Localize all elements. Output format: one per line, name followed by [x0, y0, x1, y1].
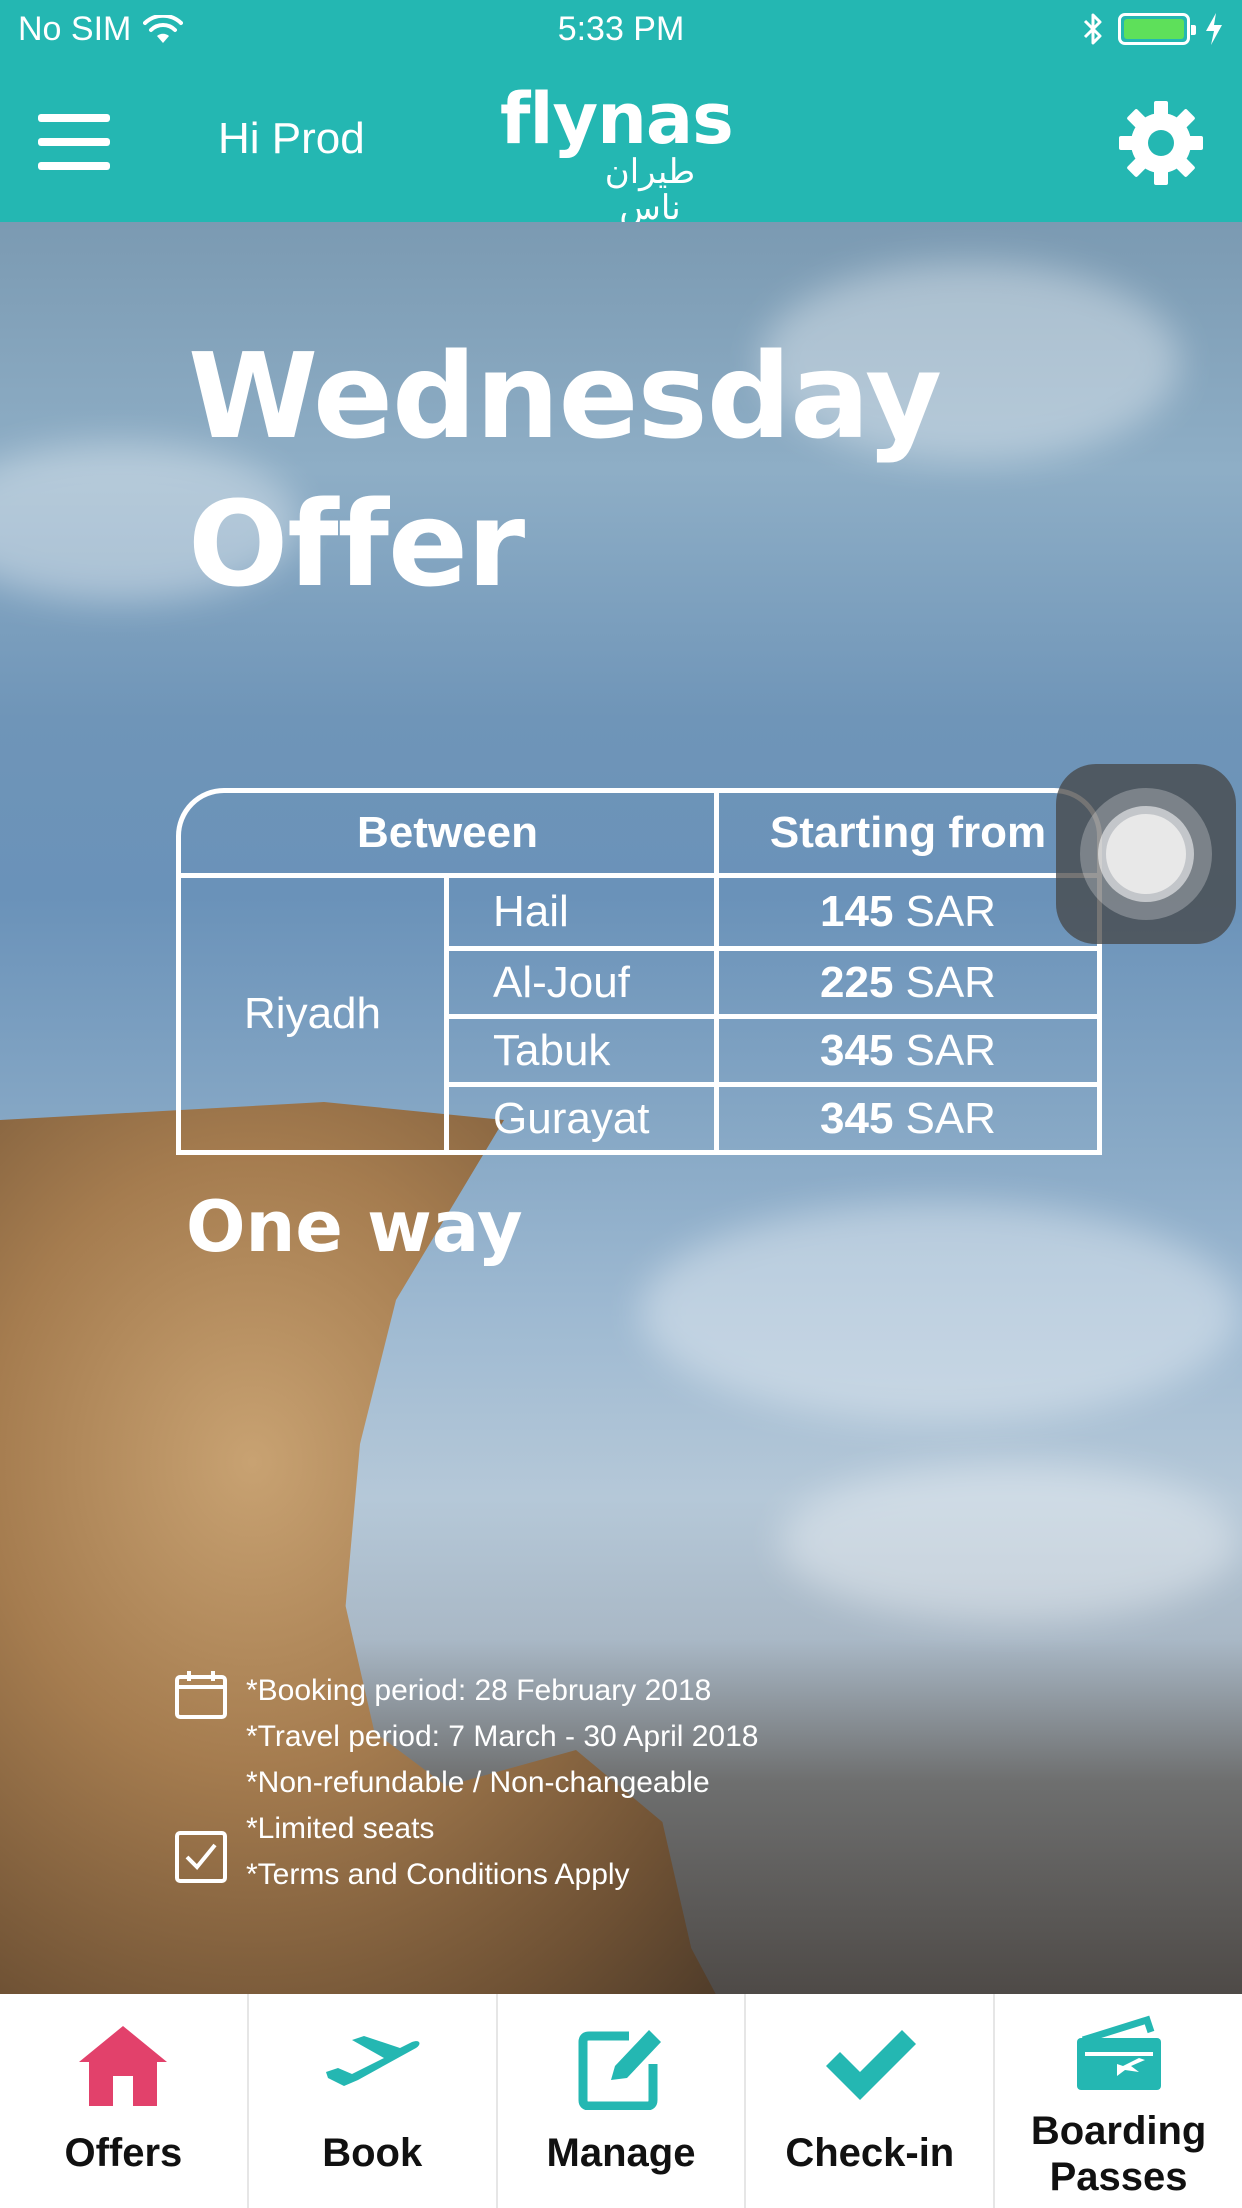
tab-boarding-passes[interactable]: Boarding Passes	[995, 1994, 1242, 2208]
status-time: 5:33 PM	[557, 10, 685, 48]
terms-list: *Booking period: 28 February 2018 *Trave…	[246, 1668, 758, 1898]
bottom-tab-bar: Offers Book Manage Check-in Boarding Pas…	[0, 1994, 1242, 2208]
tab-label: Manage	[546, 2131, 696, 2175]
route-row: Gurayat 345 SAR	[449, 1082, 1097, 1150]
terms-item: *Booking period: 28 February 2018	[246, 1674, 712, 1707]
logo-arabic-text: طيران ناس	[604, 153, 696, 227]
flynas-logo: flynas طيران ناس	[500, 78, 734, 226]
destination-city: Hail	[449, 878, 719, 946]
terms-item: *Limited seats	[246, 1812, 435, 1845]
route-price: 345 SAR	[719, 1087, 1097, 1150]
header-starting-from: Starting from	[769, 808, 1047, 857]
origin-city: Riyadh	[181, 878, 449, 1150]
checkmark-icon	[825, 2030, 916, 2100]
offer-title-line2: Offer	[188, 475, 525, 613]
terms-item: *Non-refundable / Non-changeable	[246, 1766, 710, 1799]
price-currency: SAR	[905, 1025, 996, 1075]
price-currency: SAR	[905, 1093, 996, 1143]
calendar-icon	[175, 1671, 227, 1719]
price-currency: SAR	[905, 957, 996, 1007]
route-price: 225 SAR	[719, 951, 1097, 1014]
route-list: Hail 145 SAR Al-Jouf 225 SAR Tabuk 345 SAR …	[449, 878, 1097, 1150]
airplane-icon	[326, 2036, 420, 2086]
price-amount: 225	[820, 957, 894, 1007]
tab-label: Book	[322, 2131, 423, 2175]
logo-latin-text: flynas	[500, 78, 734, 160]
price-amount: 345	[820, 1025, 894, 1075]
fare-table-body: Riyadh Hail 145 SAR Al-Jouf 225 SAR Tabuk …	[181, 873, 1097, 1150]
house-icon	[79, 2026, 168, 2106]
status-bar: No SIM 5:33 PM	[0, 0, 1242, 62]
trip-type-label: One way	[186, 1186, 523, 1268]
offer-banner[interactable]: Wednesday Offer Between Starting from Ri…	[0, 222, 1242, 1994]
charging-bolt-icon	[1206, 13, 1222, 45]
tab-label-line1: Boarding	[1030, 2109, 1207, 2153]
tab-check-in[interactable]: Check-in	[746, 1994, 996, 2208]
battery-icon	[1118, 13, 1196, 45]
checkbox-icon	[175, 1831, 227, 1883]
terms-item: *Terms and Conditions Apply	[246, 1858, 630, 1891]
price-amount: 345	[820, 1093, 894, 1143]
header-between: Between	[181, 793, 719, 873]
destination-city: Tabuk	[449, 1019, 719, 1082]
status-right	[1082, 12, 1224, 46]
app-header: Hi Prod flynas طيران ناس	[0, 62, 1242, 226]
tab-label-line2: Passes	[1049, 2155, 1188, 2199]
fare-table: Between Starting from Riyadh Hail 145 SAR…	[176, 788, 1102, 1155]
bluetooth-icon	[1083, 13, 1102, 45]
tab-label: Check-in	[785, 2131, 955, 2175]
tab-book[interactable]: Book	[249, 1994, 498, 2208]
destination-city: Gurayat	[449, 1087, 719, 1150]
route-price: 345 SAR	[719, 1019, 1097, 1082]
greeting-text: Hi Prod	[218, 114, 365, 163]
terms-item: *Travel period: 7 March - 30 April 2018	[246, 1720, 759, 1753]
tab-label: Boarding Passes	[995, 2108, 1242, 2200]
destination-city: Al-Jouf	[449, 951, 719, 1014]
tab-offers[interactable]: Offers	[0, 1994, 249, 2208]
route-row: Hail 145 SAR	[449, 878, 1097, 946]
offer-title-line1: Wednesday	[188, 327, 942, 465]
price-currency: SAR	[905, 887, 996, 936]
hamburger-menu-button[interactable]	[38, 114, 110, 170]
fare-table-header: Between Starting from	[181, 793, 1097, 873]
tab-manage[interactable]: Manage	[498, 1994, 747, 2208]
ticket-icon	[1076, 2015, 1161, 2090]
route-price: 145 SAR	[719, 878, 1097, 946]
assistive-touch-button[interactable]	[1056, 764, 1236, 944]
cloud-decoration	[780, 1462, 1240, 1622]
cloud-decoration	[640, 1202, 1240, 1422]
tab-label: Offers	[64, 2131, 183, 2175]
edit-icon	[578, 2030, 661, 2110]
settings-gear-button[interactable]	[1118, 100, 1204, 186]
offer-title: Wednesday Offer	[188, 322, 942, 618]
route-row: Tabuk 345 SAR	[449, 1014, 1097, 1082]
price-amount: 145	[820, 887, 894, 936]
route-row: Al-Jouf 225 SAR	[449, 946, 1097, 1014]
